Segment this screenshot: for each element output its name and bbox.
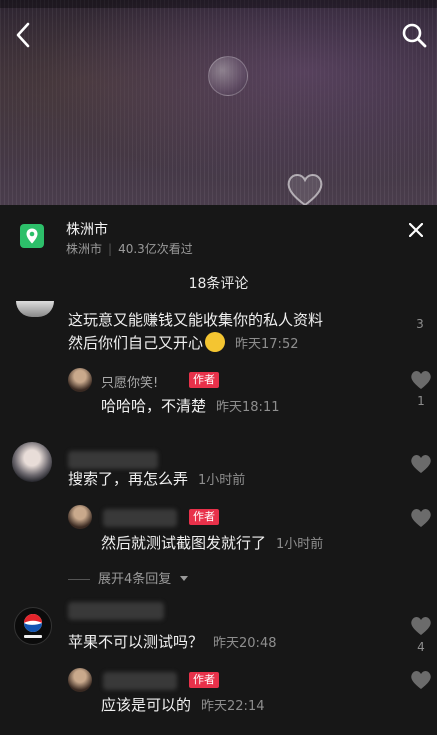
- comment-time: 昨天17:52: [235, 337, 299, 352]
- comment-count-title: 18条评论: [188, 276, 249, 292]
- like-count: 1: [417, 394, 425, 408]
- reply-time: 昨天18:11: [216, 400, 280, 415]
- comment-text: 这玩意又能赚钱又能收集你的私人资料: [68, 311, 324, 329]
- author-badge: 作者: [189, 672, 219, 688]
- back-button[interactable]: [8, 20, 38, 50]
- location-header[interactable]: 株洲市 株洲市 | 40.3亿次看过: [0, 205, 437, 263]
- reply-time: 昨天22:14: [201, 699, 265, 714]
- like-count: 3: [416, 317, 424, 331]
- reply-author-name[interactable]: 只愿你笑!: [101, 372, 158, 391]
- avatar[interactable]: [12, 442, 52, 482]
- blurred-username: [68, 451, 158, 469]
- status-bar: [0, 0, 437, 8]
- separator: |: [108, 242, 113, 256]
- avatar[interactable]: [16, 301, 54, 317]
- heart-decoration-icon: [287, 174, 323, 207]
- reply-text: 哈哈哈，不清楚 昨天18:11: [101, 397, 280, 415]
- author-badge: 作者: [189, 372, 219, 388]
- divider-line: [68, 579, 90, 580]
- reply-text: 然后就测试截图发就行了 1小时前: [101, 534, 324, 552]
- location-subtitle: 株洲市 | 40.3亿次看过: [66, 240, 193, 257]
- expand-replies-button[interactable]: 展开4条回复: [68, 568, 189, 587]
- caret-down-icon: [180, 576, 189, 581]
- video-preview[interactable]: [0, 0, 437, 207]
- comment-text: 然后你们自己又开心 昨天17:52: [68, 332, 299, 352]
- avatar[interactable]: [68, 505, 92, 529]
- pepsi-logo-icon: [24, 614, 42, 638]
- comment-text: 搜索了，再怎么弄 1小时前: [68, 470, 246, 488]
- like-count: 4: [417, 640, 425, 654]
- blurred-username: [103, 509, 177, 527]
- heart-icon[interactable]: [409, 615, 433, 637]
- blurred-username: [68, 602, 164, 620]
- location-city: 株洲市: [66, 242, 103, 256]
- avatar[interactable]: [68, 668, 92, 692]
- close-button[interactable]: [405, 219, 427, 241]
- map-pin-icon: [20, 224, 44, 248]
- app-screen: 株洲市 株洲市 | 40.3亿次看过 18条评论 这玩意又能赚钱又能收集你的私人资料…: [0, 0, 437, 735]
- chevron-left-icon: [16, 22, 30, 48]
- location-views: 40.3亿次看过: [118, 242, 193, 256]
- avatar[interactable]: [68, 368, 92, 392]
- author-badge: 作者: [189, 509, 219, 525]
- comment-time: 1小时前: [198, 473, 246, 488]
- emoji-icon: [205, 332, 226, 352]
- comment-sheet: 株洲市 株洲市 | 40.3亿次看过 18条评论 这玩意又能赚钱又能收集你的私人资料…: [0, 205, 437, 735]
- location-title: 株洲市: [66, 222, 108, 238]
- heart-icon[interactable]: [409, 369, 433, 391]
- search-icon: [402, 23, 427, 48]
- reply-time: 1小时前: [276, 537, 324, 552]
- heart-icon[interactable]: [409, 453, 433, 475]
- comment-text: 苹果不可以测试吗？ 昨天20:48: [68, 633, 277, 651]
- search-button[interactable]: [399, 20, 429, 50]
- heart-icon[interactable]: [409, 507, 433, 529]
- pepsi-avatar[interactable]: [14, 607, 52, 645]
- blurred-username: [103, 672, 177, 690]
- close-icon: [409, 223, 423, 237]
- bubble-decoration: [208, 56, 248, 96]
- comment-time: 昨天20:48: [213, 636, 277, 651]
- reply-text: 应该是可以的 昨天22:14: [101, 696, 265, 714]
- heart-icon[interactable]: [409, 669, 433, 691]
